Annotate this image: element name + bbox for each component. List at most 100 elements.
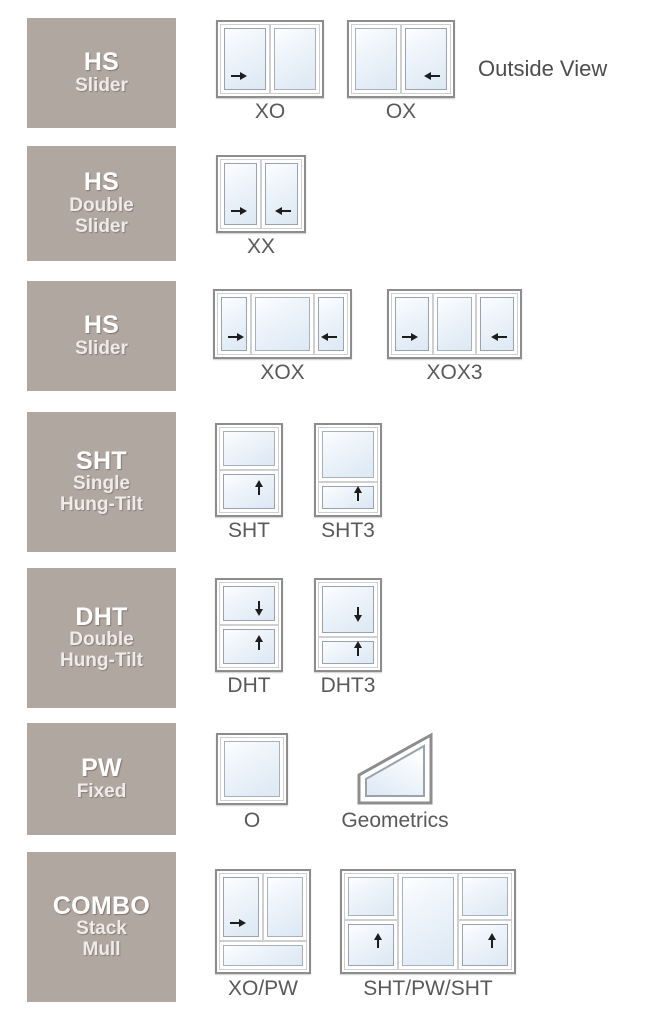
figure-xox3[interactable]: XOX3 [387,289,522,384]
figure-sht[interactable]: SHT [215,423,283,542]
sash-fixed-center [397,873,459,970]
glass [223,586,275,621]
window-sht [215,423,283,517]
glass [405,28,447,90]
figure-xox[interactable]: XOX [213,289,352,384]
category-code: HS [83,168,120,197]
category-code: SHT [76,446,127,475]
category-subtitle: Single [72,473,130,495]
category-block-hs-slider: HS Slider [27,18,176,128]
figure-o-fixed[interactable]: O [216,733,288,832]
window-dht [215,578,283,672]
geometric-trapezoid-icon [357,732,433,805]
glass [322,431,374,479]
category-code: HS [83,311,120,340]
category-subtitle: Hung-Tilt [59,650,143,672]
sash-operable-bottom [318,482,378,514]
figure-caption: SHT [228,519,270,542]
figure-caption: XOX [260,361,305,384]
glass [479,297,514,351]
glass [223,629,275,664]
sash-operable-bottom [344,919,398,971]
sash-fixed-center [251,293,314,355]
category-code: PW [81,754,122,783]
sash-operable-bottom [458,919,513,971]
window-sht3 [314,423,382,517]
combo-right-sht [458,873,513,971]
window-sht-pw-sht [340,869,516,974]
glass [224,28,266,90]
figure-caption: OX [385,100,417,123]
sash-transom-fixed [219,940,307,971]
figure-dht3[interactable]: DHT3 [314,578,382,697]
category-subtitle: Stack [76,918,127,940]
sash-fixed-top [318,427,378,483]
glass [267,877,303,937]
category-block-pw-fixed: PW Fixed [27,723,176,835]
category-subtitle: Slider [75,215,128,237]
glass [348,923,394,967]
sash-fixed-top [458,873,513,920]
sash-fixed-center [433,293,476,355]
figure-dht[interactable]: DHT [215,578,283,697]
glass [223,877,259,937]
figure-caption: SHT3 [321,519,375,542]
glass [401,877,455,966]
figure-caption: XO [254,100,286,123]
glass [348,877,394,916]
glass [223,474,275,509]
figure-caption: DHT3 [320,674,376,697]
window-xox [213,289,352,359]
glass [462,923,509,967]
figure-caption: O [243,809,261,832]
sash-operable-bottom [219,625,279,668]
category-block-dht: DHT Double Hung-Tilt [27,568,176,708]
outside-view-note: Outside View [478,56,608,81]
figure-caption: XO/PW [227,977,299,1000]
figure-ox[interactable]: OX [347,20,455,123]
glass [221,297,248,351]
sash-fixed-top [219,427,279,470]
category-subtitle: Mull [82,939,121,961]
sash-operable-left [220,159,261,229]
sash-operable-top [318,582,378,638]
figure-caption: DHT [227,674,271,697]
figure-sht3[interactable]: SHT3 [314,423,382,542]
category-block-sht: SHT Single Hung-Tilt [27,412,176,552]
sash-operable-left [391,293,434,355]
category-subtitle: Hung-Tilt [59,494,143,516]
sash-fixed-right [263,873,307,941]
sash-operable-right [401,24,451,94]
figure-xo-pw[interactable]: XO/PW [215,869,311,1000]
sash-operable-right [475,293,518,355]
figure-caption: SHT/PW/SHT [363,977,493,1000]
sash-operable-bottom [219,470,279,513]
window-xo-pw [215,869,311,974]
sash-operable-right [313,293,349,355]
figure-sht-pw-sht[interactable]: SHT/PW/SHT [340,869,516,1000]
sash-operable-bottom [318,637,378,669]
figure-xo[interactable]: XO [216,20,324,123]
sash-fixed-top [344,873,398,920]
category-subtitle: Fixed [76,780,127,802]
glass [355,28,397,90]
sash-operable-left [219,873,263,941]
sash-operable-top [219,582,279,625]
sash-operable-left [217,293,252,355]
figure-xx[interactable]: XX [216,155,306,258]
window-dht3 [314,578,382,672]
figure-geometrics[interactable]: Geometrics [341,731,449,832]
glass [462,877,509,916]
figure-caption: Geometrics [341,809,449,832]
category-subtitle: Double [69,629,134,651]
category-code: COMBO [52,891,151,920]
combo-upper-row [219,873,307,941]
sash-operable-left [220,24,270,94]
glass [322,586,374,634]
glass [274,28,316,90]
glass [224,163,257,225]
figure-caption: XX [246,235,276,258]
glass [322,641,374,665]
category-block-combo: COMBO Stack Mull [27,852,176,1002]
glass [395,297,430,351]
